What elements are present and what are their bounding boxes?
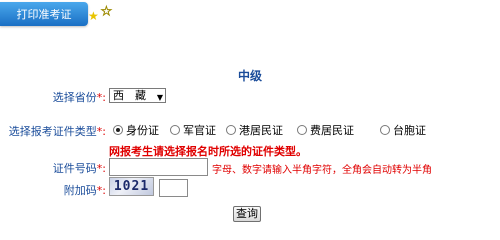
radio-label: 身份证 bbox=[126, 124, 159, 137]
radio-id-card[interactable]: 身份证 bbox=[113, 122, 159, 138]
star-outline-icon: ★ bbox=[101, 4, 113, 18]
page-title: 中级 bbox=[237, 69, 262, 83]
id-type-label-text: 选择报考证件类型 bbox=[8, 125, 97, 138]
radio-officer-card[interactable]: 军官证 bbox=[170, 122, 216, 138]
print-admission-ticket-tab[interactable]: 打印准考证 bbox=[0, 2, 88, 26]
province-select[interactable]: 西 藏 ▼ bbox=[109, 88, 166, 103]
id-number-input[interactable] bbox=[109, 158, 208, 176]
captcha-label-text: 附加码 bbox=[63, 184, 97, 197]
radio-button-icon[interactable] bbox=[297, 125, 307, 135]
captcha-label: 附加码*: bbox=[40, 182, 106, 198]
province-label-text: 选择省份 bbox=[52, 91, 97, 104]
province-select-value: 西 藏 bbox=[113, 89, 146, 102]
radio-button-icon[interactable] bbox=[380, 125, 390, 135]
id-number-hint: 字母、数字请输入半角字符，全角会自动转为半角 bbox=[212, 165, 432, 176]
id-type-label: 选择报考证件类型*: bbox=[2, 123, 106, 139]
id-type-warning: 网报考生请选择报名时所选的证件类型。 bbox=[109, 145, 307, 158]
star-icon: ★ bbox=[88, 9, 99, 23]
id-number-label-text: 证件号码 bbox=[52, 162, 97, 175]
required-mark: *: bbox=[96, 91, 106, 104]
radio-label: 台胞证 bbox=[393, 124, 426, 137]
radio-button-icon[interactable] bbox=[170, 125, 180, 135]
captcha-image[interactable]: 1021 bbox=[109, 177, 154, 196]
required-mark: *: bbox=[96, 125, 106, 138]
radio-label: 军官证 bbox=[183, 124, 216, 137]
id-number-label: 证件号码*: bbox=[40, 160, 106, 176]
required-mark: *: bbox=[96, 162, 106, 175]
captcha-input[interactable] bbox=[159, 179, 188, 197]
radio-taiwan-card[interactable]: 台胞证 bbox=[380, 122, 426, 138]
tab-label: 打印准考证 bbox=[16, 8, 72, 21]
radio-button-icon[interactable] bbox=[113, 125, 123, 135]
radio-hk-resident-card[interactable]: 港居民证 bbox=[226, 122, 283, 138]
required-mark: *: bbox=[96, 184, 106, 197]
chevron-down-icon: ▼ bbox=[156, 93, 163, 102]
province-label: 选择省份*: bbox=[40, 89, 106, 105]
search-button[interactable]: 查询 bbox=[233, 206, 261, 222]
radio-button-icon[interactable] bbox=[226, 125, 236, 135]
radio-label: 港居民证 bbox=[239, 124, 283, 137]
radio-resident-card[interactable]: 费居民证 bbox=[297, 122, 354, 138]
radio-label: 费居民证 bbox=[310, 124, 354, 137]
